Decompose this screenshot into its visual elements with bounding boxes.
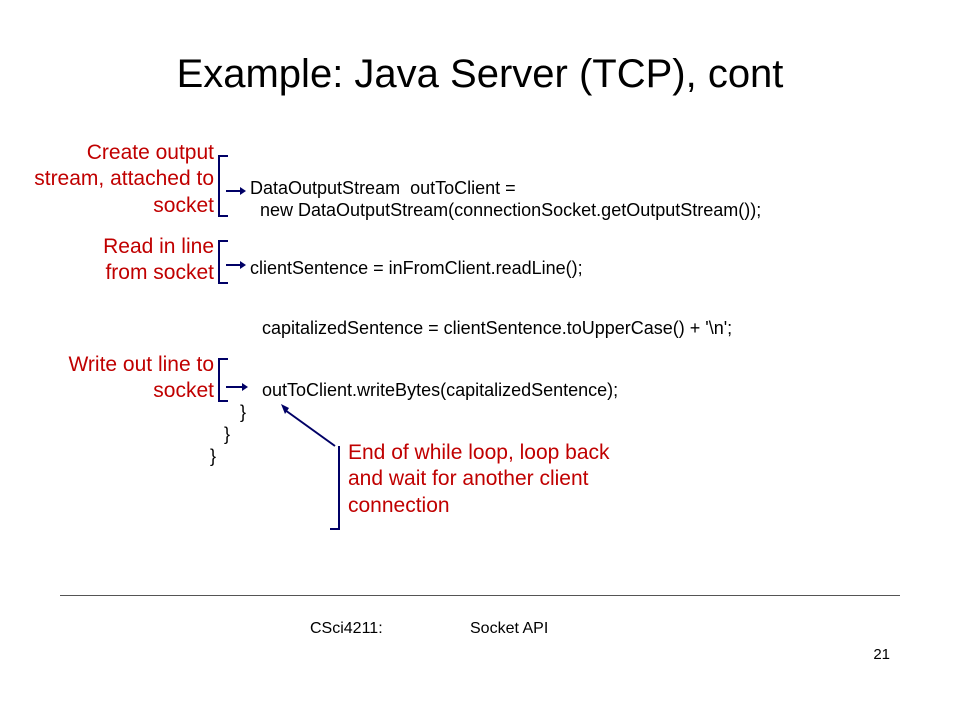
arrow-icon — [226, 186, 246, 196]
code-line: clientSentence = inFromClient.readLine()… — [250, 258, 583, 279]
code-brace: } — [240, 402, 246, 423]
page-number: 21 — [873, 646, 890, 663]
code-line: new DataOutputStream(connectionSocket.ge… — [250, 200, 761, 221]
arrow-icon — [226, 260, 246, 270]
code-line: DataOutputStream outToClient = — [250, 178, 516, 199]
annotation-output-stream: Create output stream, attached to socket — [34, 140, 214, 219]
code-line: capitalizedSentence = clientSentence.toU… — [262, 318, 732, 339]
slide-title: Example: Java Server (TCP), cont — [0, 52, 960, 97]
code-brace: } — [224, 424, 230, 445]
arrow-icon — [226, 382, 248, 392]
divider — [60, 595, 900, 596]
bracket-icon — [218, 358, 228, 402]
code-brace: } — [210, 446, 216, 467]
annotation-read-line: Read in line from socket — [60, 234, 214, 287]
arrow-icon — [275, 400, 345, 450]
annotation-write-line: Write out line to socket — [60, 352, 214, 405]
bracket-icon — [330, 446, 340, 530]
annotation-end-loop: End of while loop, loop back and wait fo… — [348, 440, 648, 519]
footer-topic: Socket API — [470, 620, 548, 638]
code-line: outToClient.writeBytes(capitalizedSenten… — [262, 380, 618, 401]
footer-course: CSci4211: — [310, 620, 383, 638]
